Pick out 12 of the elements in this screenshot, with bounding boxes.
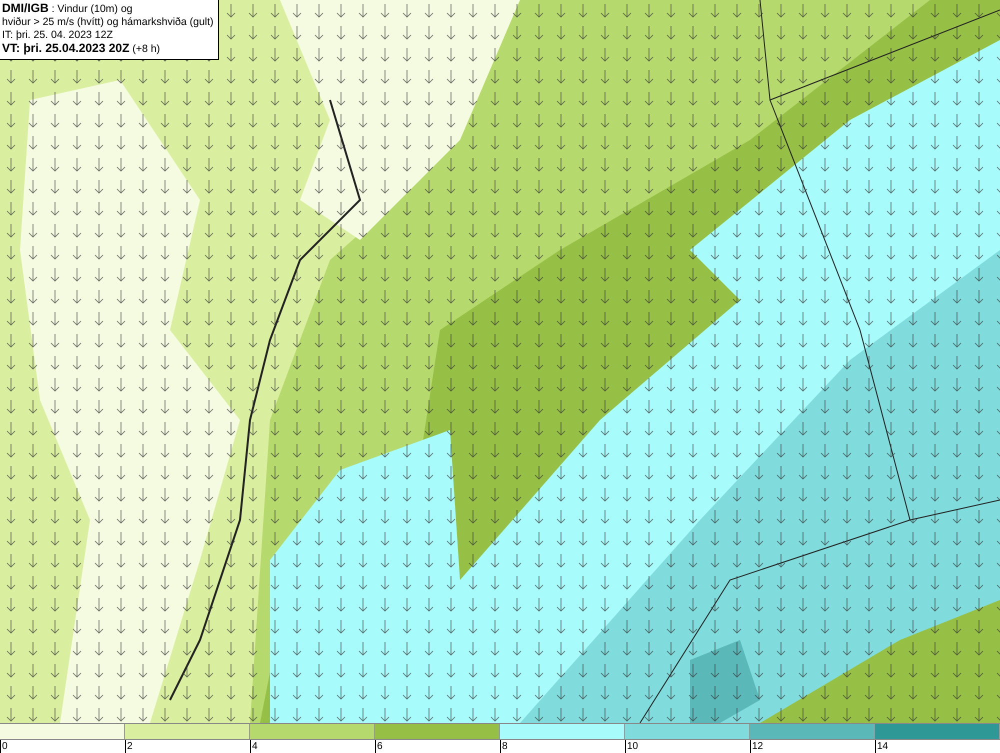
title-line: hviður > 25 m/s (hvítt) og hámarkshviða (gult) (2, 16, 214, 29)
legend-tick-label: 8 (502, 741, 508, 752)
title-line: DMI/IGB : Vindur (10m) og (2, 2, 134, 16)
legend-tick-label: 6 (377, 741, 383, 752)
legend-tick-label: 4 (252, 741, 258, 752)
legend-tick-label: 10 (627, 741, 638, 752)
legend-tick-label: 12 (752, 741, 764, 752)
legend-tick-label: 14 (877, 741, 888, 752)
legend-tick-label: 0 (2, 741, 8, 752)
title-line: IT: þri. 25. 04. 2023 12Z (2, 29, 114, 42)
title-line: VT: þri. 25.04.2023 20Z (+8 h) (2, 42, 162, 56)
legend-tick-label: 2 (127, 741, 133, 752)
